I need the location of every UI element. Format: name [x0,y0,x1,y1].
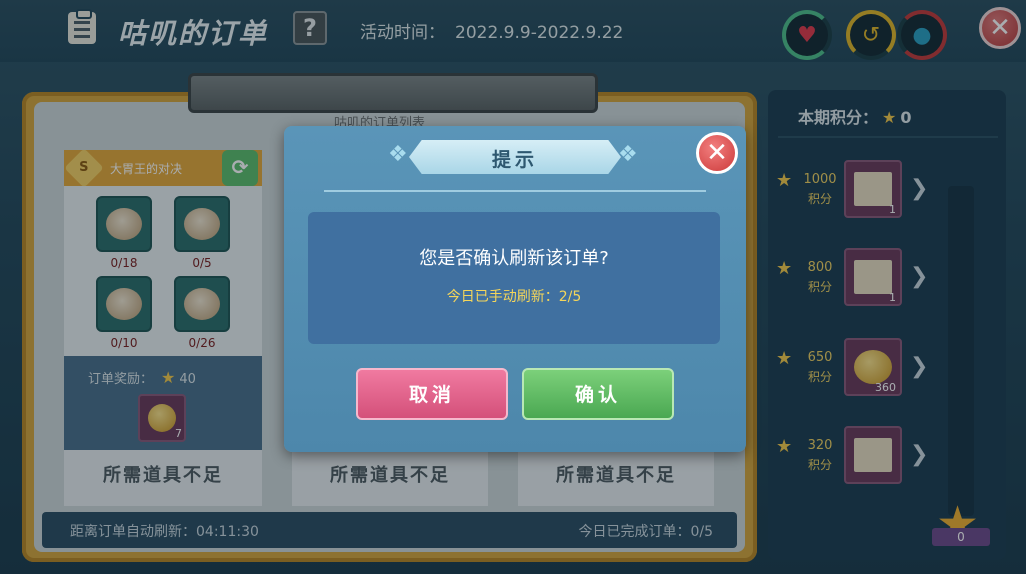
dialog-title: 提示 [491,149,538,171]
manual-refresh-value: 2/5 [558,289,582,305]
cancel-button[interactable]: 取消 [356,368,508,420]
dialog-close-button[interactable]: ✕ [696,132,738,174]
dialog-divider [324,190,706,192]
manual-refresh-label: 今日已手动刷新： [446,289,559,305]
confirm-button[interactable]: 确认 [522,368,674,420]
message-box: 您是否确认刷新该订单? 今日已手动刷新：2/5 [308,212,720,344]
manual-refresh-count: 今日已手动刷新：2/5 [308,286,720,306]
confirm-dialog: ❖ ❖ 提示 ✕ 您是否确认刷新该订单? 今日已手动刷新：2/5 取消 确认 [284,126,746,452]
confirm-message: 您是否确认刷新该订单? [419,248,609,269]
ornament-icon: ❖ [388,142,408,167]
